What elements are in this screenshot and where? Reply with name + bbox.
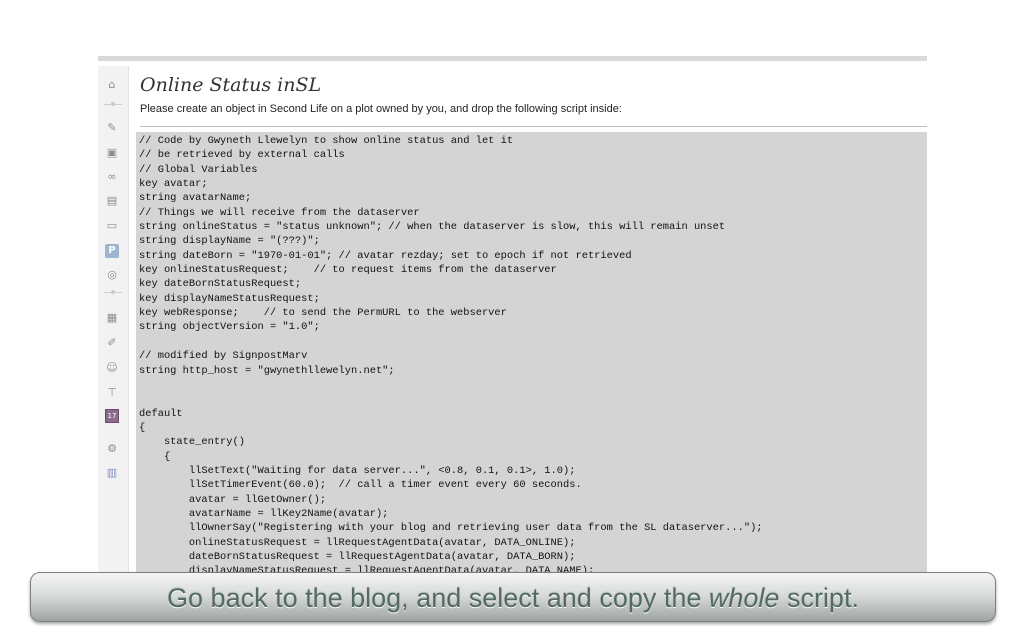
- tools-icon[interactable]: ⊤: [105, 386, 119, 400]
- comments-icon[interactable]: ▭: [105, 219, 119, 233]
- top-bar: [98, 56, 927, 61]
- media-icon[interactable]: ▣: [105, 146, 119, 160]
- sidebar-collapse-dot[interactable]: [111, 290, 115, 294]
- intro-text: Please create an object in Second Life o…: [140, 103, 622, 115]
- users-icon[interactable]: ✐: [105, 336, 119, 350]
- plugins-icon[interactable]: ▦: [105, 311, 119, 325]
- script-code[interactable]: // Code by Gwyneth Llewelyn to show onli…: [136, 132, 927, 576]
- code-block[interactable]: // Code by Gwyneth Llewelyn to show onli…: [136, 132, 927, 576]
- appearance-icon[interactable]: ◎: [105, 268, 119, 282]
- banner-text-start: Go back to the blog, and select and copy…: [167, 583, 709, 613]
- page-title: Online Status inSL: [140, 74, 322, 96]
- banner-text-emphasis: whole: [708, 583, 780, 613]
- sidebar-collapse-dot[interactable]: [111, 102, 115, 106]
- pin-icon[interactable]: ✎: [105, 121, 119, 135]
- banner-text-end: script.: [779, 583, 859, 613]
- users-group-icon[interactable]: ☺: [105, 361, 119, 375]
- link-icon[interactable]: ∞: [105, 170, 119, 184]
- pages-icon[interactable]: ▤: [105, 194, 119, 208]
- polldaddy-icon[interactable]: P: [105, 244, 119, 258]
- calendar-icon[interactable]: 17: [105, 409, 119, 423]
- home-icon[interactable]: ⌂: [105, 78, 119, 92]
- stats-icon[interactable]: ▥: [105, 466, 119, 480]
- divider: [140, 126, 927, 127]
- editor-panel: ⌂ ✎ ▣ ∞ ▤ ▭ P ◎ ▦ ✐ ☺ ⊤ 17 ⚙ ▥ Online St…: [98, 56, 927, 576]
- instruction-banner: Go back to the blog, and select and copy…: [30, 572, 996, 622]
- admin-sidebar: ⌂ ✎ ▣ ∞ ▤ ▭ P ◎ ▦ ✐ ☺ ⊤ 17 ⚙ ▥: [98, 66, 129, 576]
- settings-icon[interactable]: ⚙: [105, 442, 119, 456]
- banner-text: Go back to the blog, and select and copy…: [31, 583, 995, 614]
